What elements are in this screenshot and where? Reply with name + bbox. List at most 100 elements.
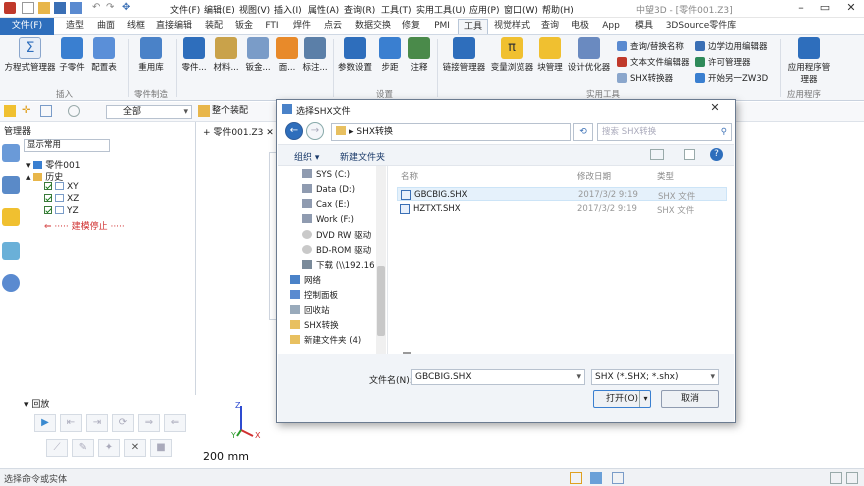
tab-electrode[interactable]: 电极	[566, 19, 594, 34]
filetype-select[interactable]: SHX (*.SHX; *.shx) ▾	[591, 369, 719, 385]
tree-plane-xz[interactable]: XZ	[44, 194, 79, 204]
open-dropdown-icon[interactable]: ▾	[639, 391, 651, 407]
save-as-icon[interactable]	[70, 2, 82, 14]
filter-select[interactable]: 全部 ▾	[106, 105, 192, 119]
menu-edit[interactable]: 编辑(E)	[204, 3, 235, 16]
view-options-icon[interactable]	[650, 149, 664, 160]
tab-visual-style[interactable]: 视觉样式	[490, 19, 534, 34]
menu-view[interactable]: 视图(V)	[239, 3, 270, 16]
search-input[interactable]: 搜索 SHX转换 ⚲	[597, 123, 732, 141]
nav-item-bd-rom[interactable]: BD-ROM 驱动	[302, 244, 371, 256]
loop-icon[interactable]: ⟳	[112, 414, 134, 432]
reuse-library-button[interactable]: 重用库	[135, 37, 167, 73]
cancel-button[interactable]: 取消	[661, 390, 719, 408]
back-icon[interactable]: ←	[285, 122, 303, 140]
nav-item-sys-c[interactable]: SYS (C:)	[302, 169, 350, 180]
note-button[interactable]: 注释	[406, 37, 432, 73]
menu-help[interactable]: 帮助(H)	[542, 3, 574, 16]
start-another-zw3d-button[interactable]: 开始另一ZW3D	[695, 72, 768, 84]
pick-icon[interactable]	[4, 105, 16, 117]
sheetmetal-button[interactable]: 钣金...	[244, 37, 272, 73]
filename-input[interactable]: GBCBIG.SHX ▾	[411, 369, 585, 385]
nav-scrollbar[interactable]	[376, 166, 386, 354]
file-row[interactable]: HZTXT.SHX 2017/3/2 9:19 SHX 文件	[397, 202, 727, 216]
tab-file[interactable]: 文件(F)	[0, 18, 54, 35]
nav-item-work-f[interactable]: Work (F:)	[302, 214, 354, 225]
nav-item-new-folder-4[interactable]: 新建文件夹 (4)	[290, 334, 361, 346]
back-icon[interactable]: ⇐	[164, 414, 186, 432]
equation-manager-button[interactable]: Σ 方程式管理器	[4, 37, 56, 73]
play-icon[interactable]: ▶	[34, 414, 56, 432]
nav-item-cax-e[interactable]: Cax (E:)	[302, 199, 350, 210]
network-icon[interactable]	[2, 176, 20, 194]
manager-tree-icon[interactable]	[2, 144, 20, 162]
save-icon[interactable]	[54, 2, 66, 14]
app-manager-button[interactable]: 应用程序管理器	[784, 37, 834, 85]
tab-repair[interactable]: 修复	[397, 19, 425, 34]
undo-icon[interactable]: ↶	[92, 2, 104, 14]
new-file-icon[interactable]	[22, 2, 34, 14]
app-logo-icon[interactable]	[4, 2, 16, 14]
menu-utilities[interactable]: 实用工具(U)	[416, 3, 466, 16]
tab-modeling[interactable]: 造型	[60, 19, 90, 34]
address-path[interactable]: ▸ SHX转换	[331, 123, 571, 141]
checkbox[interactable]	[44, 206, 52, 214]
checkbox[interactable]	[44, 194, 52, 202]
display-filter-select[interactable]: 显示常用	[24, 139, 110, 152]
tree-plane-yz[interactable]: YZ	[44, 206, 79, 216]
nav-item-dvd-rw[interactable]: DVD RW 驱动	[302, 229, 371, 241]
view-icon[interactable]	[612, 472, 624, 484]
tab-sheetmetal[interactable]: 钣金	[229, 19, 259, 34]
nav-item-control-panel[interactable]: 控制面板	[290, 289, 338, 301]
tree-plane-xy[interactable]: XY	[44, 182, 79, 192]
shx-converter-button[interactable]: SHX转换器	[617, 72, 673, 84]
tab-app[interactable]: App	[598, 19, 624, 34]
scrollbar-thumb[interactable]	[377, 266, 385, 336]
tree-stop-marker[interactable]: ⇐ ····· 建模停止 ·····	[44, 219, 125, 232]
refresh-icon[interactable]: ⟲	[573, 123, 593, 141]
tab-fti[interactable]: FTI	[259, 19, 285, 34]
new-folder-button[interactable]: 新建文件夹	[340, 150, 385, 163]
tab-weldment[interactable]: 焊件	[287, 19, 317, 34]
menu-query[interactable]: 查询(R)	[344, 3, 375, 16]
column-type[interactable]: 类型	[657, 170, 674, 182]
sub-part-button[interactable]: 子零件	[58, 37, 86, 73]
menu-file[interactable]: 文件(F)	[170, 3, 200, 16]
grid-icon[interactable]	[570, 472, 582, 484]
minimize-button[interactable]: –	[790, 1, 812, 16]
part-button[interactable]: 零件...	[180, 37, 208, 73]
tab-point-cloud[interactable]: 点云	[318, 19, 348, 34]
query-replace-name-button[interactable]: 查询/替换名称	[617, 40, 684, 52]
menu-apps[interactable]: 应用(P)	[469, 3, 499, 16]
preview-pane-icon[interactable]	[684, 149, 695, 160]
link-manager-button[interactable]: 链接管理器	[440, 37, 488, 73]
tab-query[interactable]: 查询	[536, 19, 564, 34]
user-icon[interactable]	[2, 274, 20, 292]
face-button[interactable]: 面...	[274, 37, 300, 73]
forward-icon[interactable]: →	[306, 122, 324, 140]
settings-icon[interactable]: ✥	[122, 2, 134, 14]
variable-browser-button[interactable]: π 变量浏览器	[489, 37, 535, 73]
tab-direct-edit[interactable]: 直接编辑	[152, 19, 196, 34]
circle-select-icon[interactable]	[68, 105, 80, 117]
dialog-close-button[interactable]: ✕	[697, 100, 733, 116]
menu-tools[interactable]: 工具(T)	[381, 3, 412, 16]
layer-icon[interactable]	[2, 208, 20, 226]
tab-3dsource[interactable]: 3DSource零件库	[662, 19, 740, 34]
tool-icon[interactable]: ⟋	[46, 439, 68, 457]
open-folder-icon[interactable]	[38, 2, 50, 14]
nav-item-download[interactable]: 下载 (\\192.16	[302, 259, 375, 271]
organize-menu[interactable]: 组织 ▾	[294, 150, 319, 163]
stop-icon[interactable]: ■	[150, 439, 172, 457]
menu-attribute[interactable]: 属性(A)	[308, 3, 339, 16]
step-icon[interactable]: ⇥	[86, 414, 108, 432]
checkbox[interactable]	[44, 182, 52, 190]
document-tab[interactable]: + 零件001.Z3 ✕	[203, 125, 274, 138]
menu-insert[interactable]: 插入(I)	[274, 3, 302, 16]
assembly-select[interactable]: 整个装配	[212, 105, 274, 119]
fullscreen-icon[interactable]	[846, 472, 858, 484]
tab-tools[interactable]: 工具	[458, 19, 488, 34]
tab-assembly[interactable]: 装配	[199, 19, 229, 34]
help-icon[interactable]: ?	[710, 148, 723, 161]
step-button[interactable]: 步距	[377, 37, 403, 73]
